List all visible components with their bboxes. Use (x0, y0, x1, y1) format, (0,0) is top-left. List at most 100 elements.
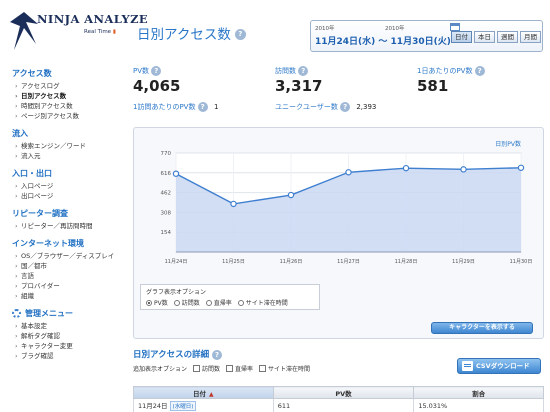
range-button-month[interactable]: 月間 (520, 31, 541, 43)
stat-value: 1 (213, 103, 219, 111)
table-header-row: 日付 ▲ PV数 割合 (133, 386, 544, 399)
sidebar-item-provider[interactable]: プロバイダー (12, 281, 120, 291)
y-tick-label: 770 (161, 151, 172, 157)
sidebar-item-organization[interactable]: 組織 (12, 291, 120, 301)
sidebar-group-inflow: 流入 検索エンジン／ワード 流入元 (12, 128, 120, 161)
main-content: PV数 ? 4,065 訪問数 ? 3,317 1日あたりのPV数 ? 581 … (131, 60, 544, 412)
sidebar-item-referrer[interactable]: 流入元 (12, 151, 120, 161)
x-tick-label: 11月25日 (222, 259, 245, 265)
graph-options-title: グラフ表示オプション (146, 289, 207, 296)
sidebar-item-hourly-access[interactable]: 時間別アクセス数 (12, 101, 120, 111)
sidebar-item-entry-page[interactable]: 入口ページ (12, 181, 120, 191)
x-tick-label: 11月30日 (510, 259, 533, 265)
stat-unique-users: ユニークユーザー数 ? 2,393 (275, 102, 376, 112)
stat-daily-pv: 1日あたりのPV数 ? 581 (417, 66, 485, 95)
sidebar-item-character[interactable]: キャラクター変更 (12, 341, 120, 351)
range-button-week[interactable]: 週間 (497, 31, 518, 43)
date-range-selector[interactable]: 2010年 2010年 11月24日(水) 〜 11月30日(火) 日付 本日 … (310, 20, 543, 52)
checkbox-visits[interactable]: 訪問数 (193, 364, 220, 373)
stat-pv-per-visit: 1訪問あたりのPV数 ? 1 (133, 102, 218, 112)
radio-icon (173, 299, 180, 306)
show-character-button[interactable]: キャラクターを表示する (431, 322, 533, 334)
radio-visits[interactable]: 訪問数 (173, 298, 200, 307)
sidebar-item-basic-settings[interactable]: 基本設定 (12, 321, 120, 331)
sidebar-item-access-log[interactable]: アクセスログ (12, 81, 120, 91)
detail-table: 日付 ▲ PV数 割合 11月24日 (水曜日) 611 15.031% (133, 386, 544, 412)
column-header-share[interactable]: 割合 (413, 386, 544, 399)
gear-icon (12, 309, 21, 318)
sidebar-item-language[interactable]: 言語 (12, 271, 120, 281)
sidebar-item-exit-page[interactable]: 出口ページ (12, 191, 120, 201)
page-title: 日別アクセス数? (137, 23, 246, 43)
cell-share: 15.031% (413, 398, 544, 412)
range-buttons: 日付 本日 週間 月間 (451, 31, 541, 43)
logo[interactable]: NINJA ANALYZE Real Time ▮ (10, 10, 148, 54)
sidebar-item-daily-access[interactable]: 日別アクセス数 (12, 91, 120, 101)
sidebar-item-os-browser[interactable]: OS／ブラウザー／ディスプレイ (12, 251, 120, 261)
checkbox-icon (259, 365, 267, 372)
y-tick-label: 154 (161, 230, 172, 236)
range-button-date[interactable]: 日付 (451, 31, 472, 43)
checkbox-bounce[interactable]: 直帰率 (226, 364, 253, 373)
stat-label: 1日あたりのPV数 ? (417, 66, 485, 76)
help-icon[interactable]: ? (340, 102, 351, 112)
sidebar-group-entry-exit: 入口・出口 入口ページ 出口ページ (12, 168, 120, 201)
cell-pv: 611 (272, 398, 415, 412)
detail-title: 日別アクセスの詳細? (133, 348, 223, 360)
column-header-date[interactable]: 日付 ▲ (133, 386, 274, 399)
column-header-pv[interactable]: PV数 (272, 386, 415, 399)
sidebar-item-page-access[interactable]: ページ別アクセス数 (12, 111, 120, 121)
graph-options-row: PV数 訪問数 直帰率 サイト滞在時間 (146, 298, 288, 307)
help-icon[interactable]: ? (197, 102, 208, 112)
sidebar-heading: 管理メニュー (12, 308, 120, 319)
sidebar-group-environment: インターネット環境 OS／ブラウザー／ディスプレイ 国／都市 言語 プロバイダー… (12, 238, 120, 301)
radio-stay-time[interactable]: サイト滞在時間 (237, 298, 288, 307)
sidebar-heading: アクセス数 (12, 69, 52, 78)
sidebar-heading: インターネット環境 (12, 239, 84, 248)
graph-options: グラフ表示オプション PV数 訪問数 直帰率 サイト滞在時間 (140, 284, 320, 310)
radio-pv[interactable]: PV数 (146, 298, 168, 307)
stat-label: 1訪問あたりのPV数 (133, 103, 196, 111)
stat-label: ユニークユーザー数 (275, 103, 338, 111)
sort-asc-icon[interactable]: ▲ (209, 391, 214, 398)
sidebar-item-plugin[interactable]: ブラグ確認 (12, 351, 120, 361)
sidebar-item-repeater[interactable]: リピーター／再訪問時間 (12, 221, 120, 231)
radio-bounce[interactable]: 直帰率 (205, 298, 232, 307)
legend-label: 日別PV数 (495, 140, 521, 148)
sidebar-item-tag-check[interactable]: 解析タグ確認 (12, 331, 120, 341)
sidebar-item-country-city[interactable]: 国／都市 (12, 261, 120, 271)
calendar-icon[interactable] (450, 23, 460, 31)
y-tick-label: 616 (161, 171, 172, 177)
stat-label: PV数 ? (133, 66, 180, 76)
radio-icon (237, 299, 244, 306)
sidebar-heading: 入口・出口 (12, 169, 52, 178)
help-icon[interactable]: ? (151, 66, 162, 76)
data-point (287, 191, 295, 199)
checkbox-icon (226, 365, 234, 372)
data-point (172, 170, 180, 177)
data-point (460, 166, 467, 173)
y-tick-label: 308 (161, 210, 172, 216)
stat-visits: 訪問数 ? 3,317 (275, 66, 322, 95)
x-tick-label: 11月28日 (395, 259, 418, 265)
sidebar-group-admin: 管理メニュー 基本設定 解析タグ確認 キャラクター変更 ブラグ確認 (12, 308, 120, 361)
csv-download-button[interactable]: CSVダウンロード (457, 358, 541, 374)
help-icon[interactable]: ? (298, 66, 309, 76)
y-tick-label: 462 (161, 191, 172, 197)
help-icon[interactable]: ? (234, 28, 246, 40)
x-tick-label: 11月27日 (337, 259, 360, 265)
checkbox-stay-time[interactable]: サイト滞在時間 (259, 364, 310, 373)
sidebar-group-repeater: リピーター調査 リピーター／再訪問時間 (12, 208, 120, 231)
sidebar-heading: 流入 (12, 129, 28, 138)
radio-icon (146, 299, 152, 306)
data-point (345, 169, 352, 176)
range-button-today[interactable]: 本日 (474, 31, 495, 43)
help-icon[interactable]: ? (474, 66, 485, 76)
date-range-text[interactable]: 11月24日(水) 〜 11月30日(火) (315, 34, 451, 47)
date-from-year: 2010年 (315, 26, 335, 32)
date-to-year: 2010年 (385, 26, 405, 32)
data-point (230, 200, 237, 208)
sidebar-item-search-words[interactable]: 検索エンジン／ワード (12, 141, 120, 151)
help-icon[interactable]: ? (212, 349, 223, 360)
stat-value: 4,065 (133, 77, 181, 95)
